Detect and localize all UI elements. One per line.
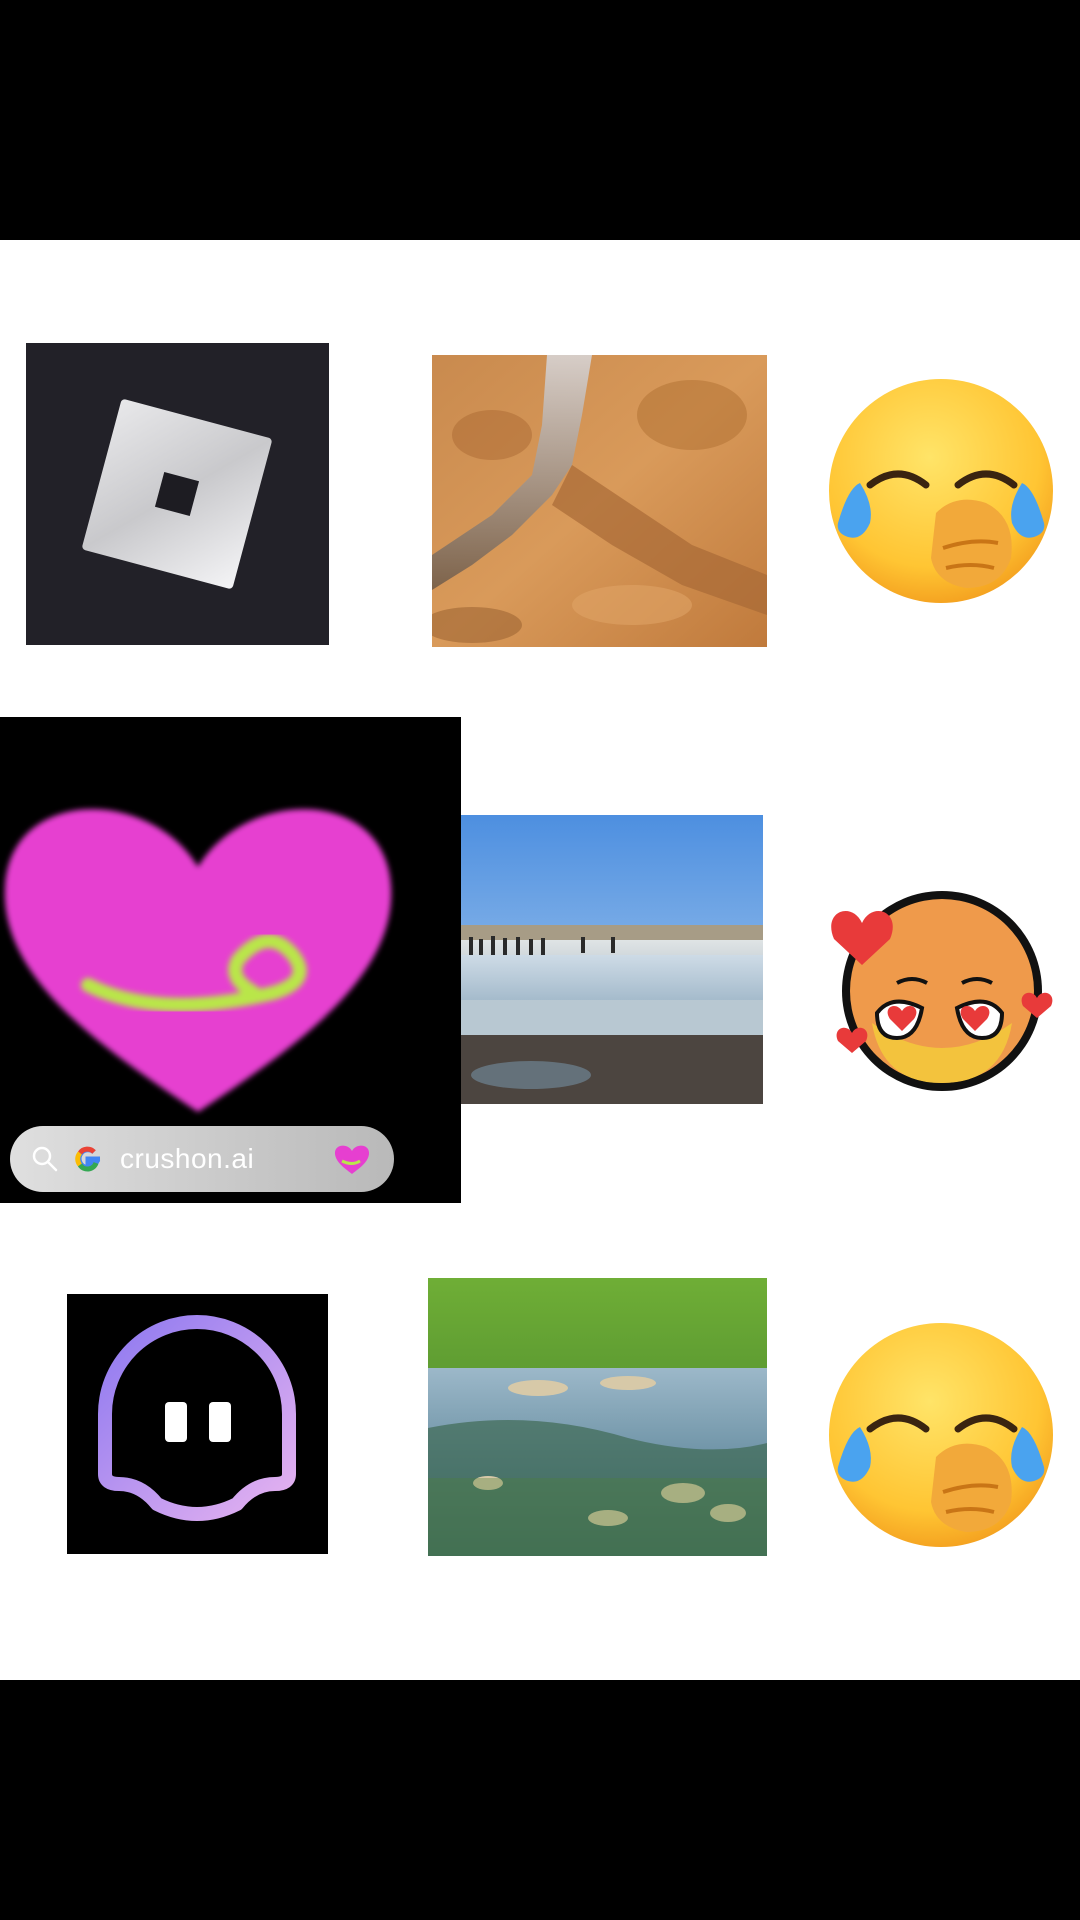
search-icon <box>32 1146 58 1172</box>
bottom-letterbox <box>0 1680 1080 1920</box>
roblox-logo <box>26 343 329 645</box>
ghost-chat-logo <box>67 1294 328 1554</box>
laughing-tears-emoji <box>818 1317 1064 1555</box>
laughing-tears-emoji <box>818 373 1064 611</box>
heart-eyes-blush-emoji <box>822 883 1062 1101</box>
top-letterbox <box>0 0 1080 240</box>
geyser-photo <box>461 815 763 1104</box>
search-query-text: crushon.ai <box>120 1143 255 1174</box>
search-pill[interactable]: crushon.ai <box>10 1126 394 1192</box>
heart-icon <box>334 1145 370 1174</box>
desert-stream-photo <box>432 355 767 647</box>
google-g-icon <box>75 1146 101 1172</box>
video-frame: crushon.ai <box>0 0 1080 1920</box>
forest-river-photo <box>428 1278 767 1556</box>
